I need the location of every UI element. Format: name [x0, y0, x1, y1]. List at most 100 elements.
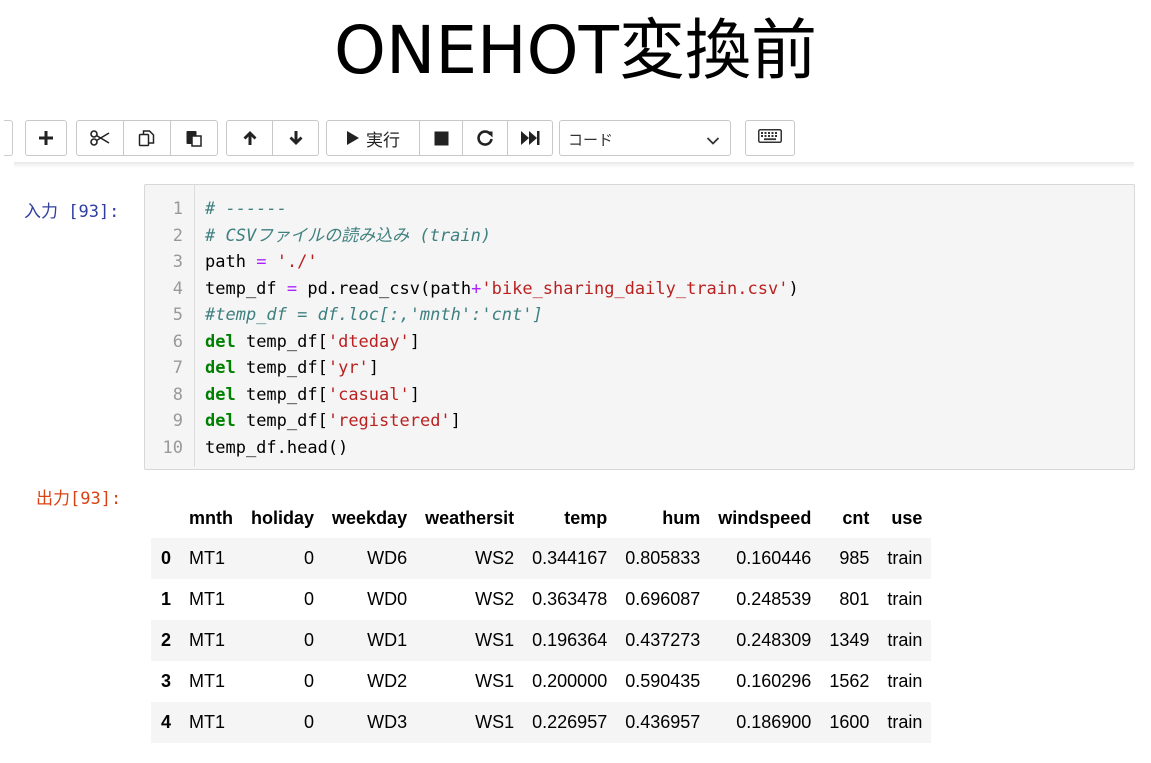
table-cell: 0: [304, 712, 315, 732]
column-header: cnt: [842, 507, 870, 528]
table-row: 1 MT1 0 WD0 WS2 0.363478 0.696087 0.2485…: [151, 579, 931, 620]
scissors-icon: [90, 130, 110, 146]
run-all-button[interactable]: [508, 121, 552, 155]
column-header: windspeed: [718, 507, 812, 528]
line-number: 4: [172, 278, 183, 299]
keyboard-icon: [758, 128, 782, 148]
line-number: 1: [172, 199, 183, 219]
table-cell: 1600: [829, 712, 870, 732]
dataframe-table: mnth holiday weekday weathersit temp hum…: [151, 498, 932, 743]
table-cell: WD1: [367, 630, 408, 650]
row-index: 1: [161, 589, 172, 609]
insert-group: [25, 120, 67, 156]
input-prompt: 入力 [93]:: [24, 202, 120, 222]
line-number: 10: [162, 437, 183, 458]
cell-type-select[interactable]: コード: [559, 120, 731, 156]
table-cell: train: [887, 589, 923, 609]
code-lines: # ------ # CSVファイルの読み込み (train) path = '…: [205, 196, 799, 461]
table-row: 3 MT1 0 WD2 WS1 0.200000 0.590435 0.1602…: [151, 661, 931, 702]
table-cell: WD2: [367, 671, 408, 691]
paste-button[interactable]: [171, 121, 217, 155]
table-cell: 0.363478: [532, 589, 608, 609]
copy-button[interactable]: [124, 121, 171, 155]
table-cell: 0.344167: [532, 548, 608, 568]
table-cell: 0.696087: [625, 589, 701, 609]
row-index: 0: [161, 548, 172, 568]
move-up-button[interactable]: [227, 121, 273, 155]
table-cell: WD6: [367, 548, 408, 568]
table-cell: WD3: [367, 712, 408, 732]
column-header: use: [891, 507, 923, 528]
table-row: 0 MT1 0 WD6 WS2 0.344167 0.805833 0.1604…: [151, 538, 932, 579]
code-line: temp_df = pd.read_csv(path+'bike_sharing…: [205, 278, 799, 299]
table-cell: train: [887, 712, 923, 732]
code-line: del temp_df['registered']: [205, 411, 461, 431]
table-cell: 0: [304, 589, 315, 609]
run-button[interactable]: 実行: [327, 121, 420, 155]
slide-title: ONEHOT変換前: [334, 12, 817, 89]
arrow-down-icon: [288, 130, 304, 146]
table-cell: 0: [304, 671, 315, 691]
stop-icon: [434, 131, 449, 146]
table-cell: 0.248539: [736, 589, 812, 609]
table-row: 4 MT1 0 WD3 WS1 0.226957 0.436957 0.1869…: [151, 702, 932, 743]
table-cell: 0: [304, 630, 315, 650]
code-line: del temp_df['dteday']: [205, 331, 420, 352]
table-cell: MT1: [189, 712, 226, 732]
cut-button[interactable]: [77, 121, 124, 155]
table-cell: 0.160296: [736, 671, 812, 691]
chevron-down-icon: [706, 132, 720, 150]
table-cell: WS1: [475, 630, 515, 650]
table-row: 2 MT1 0 WD1 WS1 0.196364 0.437273 0.2483…: [151, 620, 932, 661]
copy-icon: [138, 129, 156, 147]
table-cell: 0.196364: [532, 630, 608, 650]
insert-cell-button[interactable]: [26, 121, 66, 155]
table-cell: train: [887, 548, 923, 568]
code-line: # ------: [205, 199, 287, 219]
column-header: mnth: [189, 507, 234, 528]
table-cell: MT1: [189, 589, 226, 609]
row-index: 2: [161, 630, 172, 650]
toolbar-divider: [14, 162, 1134, 168]
table-cell: 1349: [829, 630, 870, 650]
table-cell: WD0: [367, 589, 408, 609]
move-down-button[interactable]: [273, 121, 318, 155]
edit-group: [76, 120, 218, 156]
interrupt-button[interactable]: [420, 121, 463, 155]
table-cell: 0.226957: [532, 712, 608, 732]
restart-icon: [476, 129, 494, 147]
table-cell: 0.248309: [736, 630, 812, 650]
output-prompt: 出力[93]:: [36, 489, 122, 509]
table-cell: WS1: [475, 671, 515, 691]
fast-forward-icon: [520, 130, 540, 146]
row-index: 4: [161, 712, 172, 732]
row-index: 3: [161, 671, 172, 691]
column-header: weekday: [332, 507, 408, 528]
table-cell: train: [887, 671, 923, 691]
column-header: holiday: [251, 507, 315, 528]
paste-icon: [185, 129, 203, 147]
table-cell: train: [887, 630, 923, 650]
toolbar-edge: [4, 120, 13, 156]
restart-button[interactable]: [463, 121, 508, 155]
table-cell: WS2: [475, 548, 515, 568]
table-cell: 0.200000: [532, 671, 608, 691]
line-number-gutter: 1 2 3 4 5 6 7 8 9 10: [144, 196, 186, 461]
code-line: del temp_df['yr']: [205, 358, 380, 378]
table-cell: 0.805833: [625, 548, 701, 568]
column-header: hum: [662, 507, 701, 528]
table-cell: WS2: [475, 589, 515, 609]
code-line: temp_df.head(): [205, 437, 349, 458]
line-number: 7: [172, 358, 183, 378]
cell-type-value: コード: [568, 131, 614, 149]
table-cell: 0: [304, 548, 315, 568]
notebook-toolbar: 実行 コード: [0, 117, 1151, 157]
line-number: 8: [172, 384, 183, 405]
gutter-divider: [194, 185, 195, 467]
line-number: 6: [172, 331, 183, 352]
table-cell: WS1: [475, 712, 515, 732]
table-cell: MT1: [189, 630, 226, 650]
move-group: [226, 120, 319, 156]
table-cell: MT1: [189, 671, 226, 691]
command-palette-button[interactable]: [745, 120, 795, 156]
